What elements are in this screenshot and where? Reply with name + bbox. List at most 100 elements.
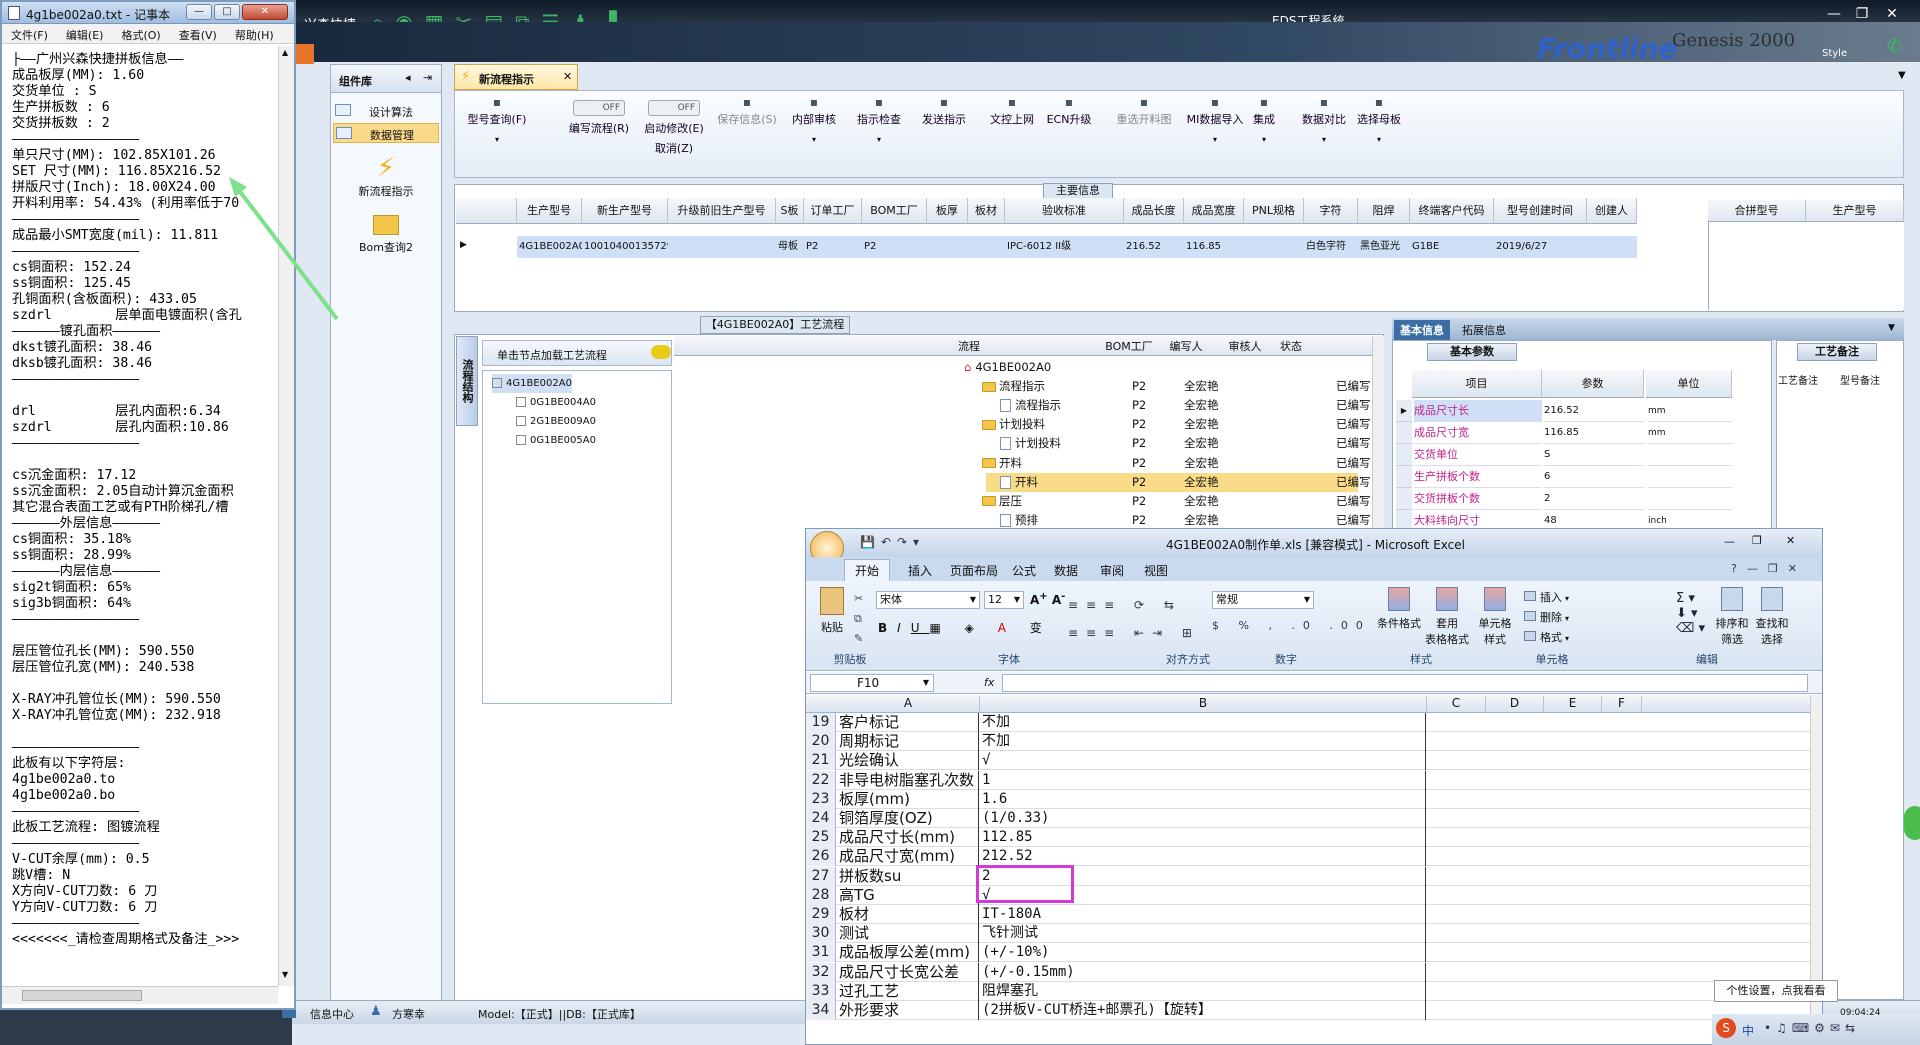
param-item[interactable]: 成品尺寸宽 [1414, 422, 1542, 444]
flow-tree-item[interactable]: 计划投料 [982, 415, 1045, 434]
grid-cell[interactable] [1587, 236, 1637, 258]
cell-b[interactable]: (2拼板V-CUT桥连+邮票孔)【旋转】 [980, 1001, 1426, 1020]
toolbar-button-8[interactable]: ▪ 文控上网 [982, 96, 1042, 127]
quick-access-icons[interactable]: 💾↶↷▾ [860, 535, 925, 549]
chevron-down-icon[interactable]: ▾ [784, 135, 844, 144]
column-header[interactable]: E [1544, 696, 1602, 712]
grid-header-cell[interactable]: 升级前旧生产型号 [668, 198, 776, 224]
restore-icon[interactable]: ❐ [1752, 534, 1762, 547]
param-unit[interactable]: mm [1648, 422, 1732, 444]
grid-cell[interactable]: 母板 [776, 236, 804, 258]
flow-tree-item[interactable]: 开料 [1000, 473, 1038, 492]
cell-b[interactable]: (+/-0.15mm) [980, 962, 1426, 982]
cell-b[interactable]: 阻焊塞孔 [980, 981, 1426, 1001]
sheet-row[interactable]: 33 过孔工艺 阻焊塞孔 [806, 981, 1810, 1001]
cell-b[interactable]: (1/0.33) [980, 809, 1426, 828]
param-value[interactable]: 216.52 [1544, 400, 1644, 422]
process-note-column[interactable]: 工艺备注 [1778, 372, 1838, 387]
cell-b[interactable]: IT-180A [980, 905, 1426, 924]
flow-header-cell[interactable]: 编写人 [1156, 338, 1216, 354]
grid-header-cell[interactable]: PNL规格 [1244, 198, 1304, 224]
model-tree-item[interactable]: 2G1BE009A0 [516, 412, 596, 431]
ribbon-tab-5[interactable]: 数据 [1044, 560, 1088, 581]
model-tree-item[interactable]: 4G1BE002A0 [492, 374, 572, 393]
model-tree-item[interactable]: 0G1BE005A0 [516, 431, 596, 450]
param-item[interactable]: 成品尺寸长 [1414, 400, 1542, 422]
cell-b[interactable]: 不加 [980, 713, 1426, 732]
number-buttons[interactable]: $ % , .0 .00 [1212, 619, 1371, 632]
cell-b[interactable]: 不加 [980, 732, 1426, 752]
cell-b[interactable]: (+/-10%) [980, 943, 1426, 963]
style-label[interactable]: Style [1822, 48, 1847, 59]
param-value[interactable]: 2 [1544, 488, 1644, 510]
menu-format[interactable]: 格式(O) [112, 24, 169, 46]
sheet-row[interactable]: 23 板厚(mm) 1.6 [806, 789, 1810, 809]
grid-cell[interactable] [968, 236, 1005, 258]
sheet-row[interactable]: 22 非导电树脂塞孔次数 1 [806, 770, 1810, 790]
cell-a[interactable]: 周期标记 [837, 732, 979, 752]
grid-header-cell[interactable]: 新生产型号 [582, 198, 668, 224]
merge-grid-header[interactable]: 合拼型号 [1708, 200, 1806, 222]
left-item-new-flow[interactable]: ⚡ 新流程指示 [333, 153, 439, 205]
font-style-buttons[interactable]: BIU▦ ◈ A 变 [878, 619, 1052, 636]
grid-cell[interactable] [927, 236, 968, 258]
row-number[interactable]: 26 [806, 847, 836, 867]
cell-a[interactable]: 外形要求 [837, 1001, 979, 1020]
grid-cell[interactable]: 10010400135729 [582, 236, 668, 258]
grid-header-cell[interactable]: 阻焊 [1358, 198, 1410, 224]
cell-b[interactable]: 112.85 [980, 828, 1426, 848]
param-unit[interactable] [1648, 466, 1732, 488]
row-number[interactable]: 20 [806, 732, 836, 752]
minimize-icon[interactable]: — [186, 4, 212, 20]
grid-header-cell[interactable]: 终端客户代码 [1410, 198, 1494, 224]
grid-header-cell[interactable]: 板厚 [927, 198, 968, 224]
tab-extended-info[interactable]: 拓展信息 [1462, 322, 1506, 338]
ribbon-tab-1[interactable]: 开始 [844, 559, 891, 581]
tree-checkbox-icon[interactable] [516, 435, 526, 445]
row-number[interactable]: 32 [806, 962, 836, 982]
ribbon-tab-2[interactable]: 插入 [898, 560, 942, 581]
grid-cell[interactable] [668, 236, 776, 258]
tray-icons[interactable]: •♫⌨⚙✉⇆ [1764, 1021, 1860, 1035]
grid-header-cell[interactable]: 成品长度 [1124, 198, 1184, 224]
menu-view[interactable]: 查看(V) [170, 24, 226, 46]
cell-button-1[interactable]: 插入 ▾ [1524, 589, 1569, 605]
font-grow-shrink[interactable]: A+ A- [1030, 591, 1065, 607]
toolbar-button-2[interactable]: OFF 编写流程(R) [564, 100, 634, 136]
sogou-icon[interactable]: S [1716, 1018, 1736, 1038]
param-item[interactable]: 交货拼板个数 [1414, 488, 1542, 510]
formula-input[interactable] [1002, 674, 1808, 692]
cell-a[interactable]: 测试 [837, 924, 979, 944]
sheet-row[interactable]: 25 成品尺寸长(mm) 112.85 [806, 828, 1810, 848]
param-value[interactable]: S [1544, 444, 1644, 466]
param-header-cell[interactable]: 参数 [1542, 370, 1644, 398]
row-number[interactable]: 24 [806, 809, 836, 828]
cell-button-3[interactable]: 格式 ▾ [1524, 629, 1569, 645]
scroll-down-icon[interactable]: ▼ [282, 970, 288, 979]
chevron-down-icon[interactable]: ▾ [1294, 135, 1354, 144]
tree-checkbox-icon[interactable] [516, 416, 526, 426]
ribbon-tab-6[interactable]: 审阅 [1090, 560, 1134, 581]
flow-tree-item[interactable]: 预排 [1000, 511, 1038, 530]
row-number[interactable]: 28 [806, 885, 836, 905]
ribbon-tab-3[interactable]: 页面布局 [940, 560, 1008, 581]
toolbar-button-4[interactable]: ▪ 保存信息(S) [712, 96, 782, 127]
chevron-down-icon[interactable]: ▾ [1239, 135, 1289, 144]
alignment-buttons[interactable]: ≡≡≡ ⟳ ⇆ ≡≡≡ ⇤⇥ ⊞ [1068, 591, 1200, 647]
ribbon-tab-7[interactable]: 视图 [1134, 560, 1178, 581]
row-number[interactable]: 29 [806, 905, 836, 924]
param-unit[interactable] [1648, 488, 1732, 510]
cell-a[interactable]: 拼板数su [837, 866, 979, 886]
param-unit[interactable]: mm [1648, 400, 1732, 422]
grid-cell[interactable]: IPC-6012 II级 [1005, 236, 1124, 258]
cell-a[interactable]: 客户标记 [837, 713, 979, 732]
row-number[interactable]: 21 [806, 751, 836, 771]
edit-button-2[interactable]: 查找和 选择 [1752, 587, 1792, 647]
cell-a[interactable]: 成品尺寸宽(mm) [837, 847, 979, 867]
grid-header-cell[interactable]: 验收标准 [1005, 198, 1124, 224]
sheet-row[interactable]: 24 铜箔厚度(OZ) (1/0.33) [806, 809, 1810, 828]
flow-tree-item[interactable]: ⌂ 4G1BE002A0 [964, 358, 1051, 377]
style-button-2[interactable]: 套用 表格格式 [1424, 587, 1470, 647]
sheet-row[interactable]: 27 拼板数su 2 [806, 866, 1810, 886]
cell-a[interactable]: 光绘确认 [837, 751, 979, 771]
